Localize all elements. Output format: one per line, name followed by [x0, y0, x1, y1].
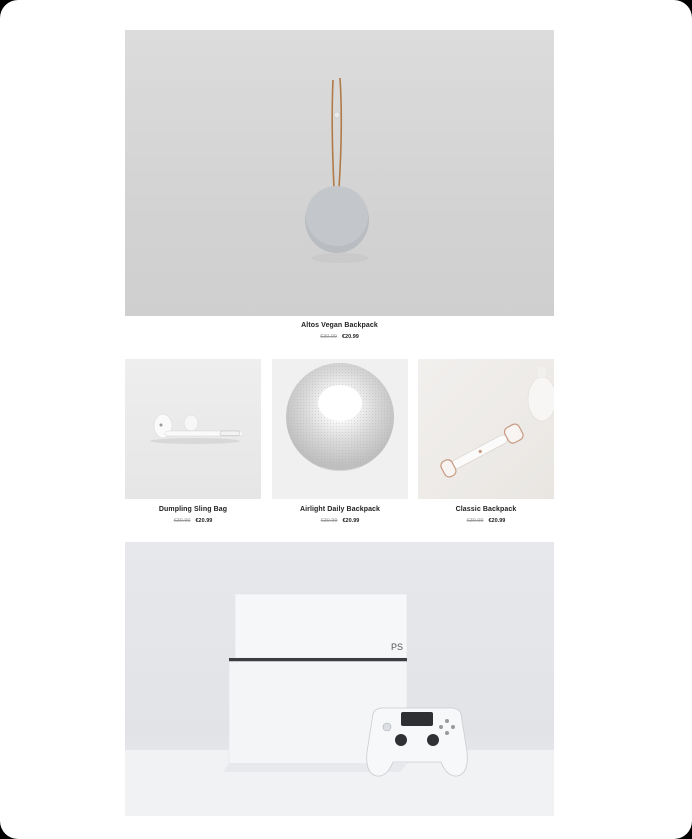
product-image-earbuds[interactable] [125, 359, 261, 499]
product-image-hanging-speaker[interactable] [125, 30, 554, 316]
product-caption: Altos Vegan Backpack €30.99 €20.99 [125, 322, 554, 340]
product-caption: Classic Backpack €30.99 €20.99 [418, 506, 554, 524]
hanging-speaker-illustration [305, 77, 369, 263]
product-image-face-roller[interactable] [418, 359, 554, 499]
product-caption: Airlight Daily Backpack €30.99 €20.99 [272, 506, 408, 524]
product-title[interactable]: Dumpling Sling Bag [125, 506, 261, 513]
original-price: €30.99 [466, 518, 484, 524]
product-feed: Altos Vegan Backpack €30.99 €20.99 Dumpli… [0, 0, 692, 839]
product-image-smart-speaker[interactable] [272, 359, 408, 499]
product-prices: €30.99 €20.99 [418, 518, 554, 524]
product-caption: Dumpling Sling Bag €30.99 €20.99 [125, 506, 261, 524]
sale-price: €20.99 [342, 334, 359, 340]
sale-price: €20.99 [195, 518, 213, 524]
playstation-logo-icon: PS [391, 642, 403, 652]
sale-price: €20.99 [342, 518, 360, 524]
product-title[interactable]: Altos Vegan Backpack [125, 322, 554, 329]
original-price: €30.99 [320, 334, 337, 340]
game-console-illustration: PS [125, 593, 554, 816]
product-prices: €30.99 €20.99 [272, 518, 408, 524]
product-prices: €30.99 €20.99 [125, 334, 554, 340]
original-price: €30.99 [320, 518, 338, 524]
product-title[interactable]: Classic Backpack [418, 506, 554, 513]
smart-speaker-illustration [286, 363, 394, 471]
product-image-game-console[interactable]: PS [125, 542, 554, 816]
product-title[interactable]: Airlight Daily Backpack [272, 506, 408, 513]
original-price: €30.99 [173, 518, 191, 524]
earbuds-illustration [150, 413, 244, 444]
sale-price: €20.99 [488, 518, 506, 524]
face-roller-illustration [440, 367, 554, 478]
product-prices: €30.99 €20.99 [125, 518, 261, 524]
